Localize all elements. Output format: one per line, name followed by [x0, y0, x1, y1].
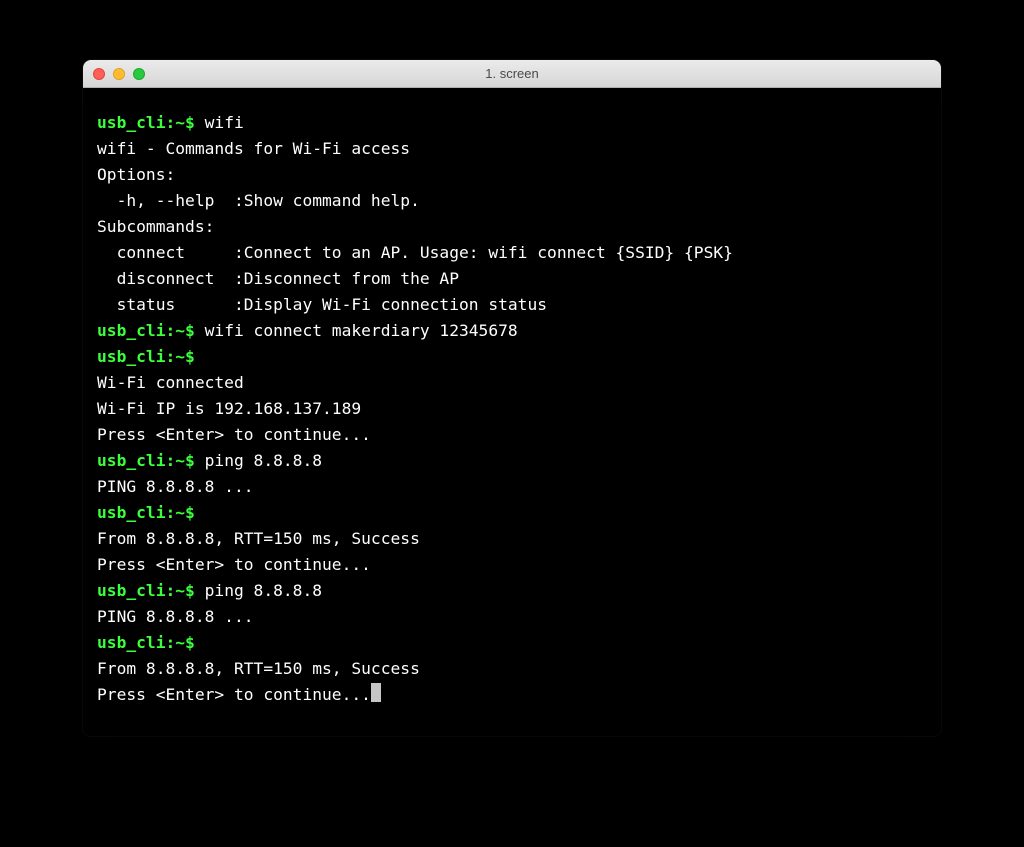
terminal-line: wifi - Commands for Wi-Fi access: [97, 136, 927, 162]
terminal-line: Press <Enter> to continue...: [97, 682, 927, 708]
terminal-line: status :Display Wi-Fi connection status: [97, 292, 927, 318]
close-button[interactable]: [93, 68, 105, 80]
prompt: usb_cli:~$: [97, 503, 205, 522]
command-text: wifi connect makerdiary 12345678: [205, 321, 518, 340]
terminal-line: Wi-Fi IP is 192.168.137.189: [97, 396, 927, 422]
output-text: Press <Enter> to continue...: [97, 685, 371, 704]
command-text: ping 8.8.8.8: [205, 451, 322, 470]
terminal-line: From 8.8.8.8, RTT=150 ms, Success: [97, 656, 927, 682]
terminal-window: 1. screen usb_cli:~$ wifi wifi - Command…: [83, 60, 941, 736]
terminal-line: usb_cli:~$ wifi: [97, 110, 927, 136]
command-text: ping 8.8.8.8: [205, 581, 322, 600]
terminal-line: Subcommands:: [97, 214, 927, 240]
terminal-line: PING 8.8.8.8 ...: [97, 604, 927, 630]
terminal-line: usb_cli:~$ ping 8.8.8.8: [97, 448, 927, 474]
command-text: wifi: [205, 113, 244, 132]
prompt: usb_cli:~$: [97, 321, 205, 340]
terminal-line: Press <Enter> to continue...: [97, 422, 927, 448]
cursor-icon: [371, 683, 381, 702]
terminal-line: Options:: [97, 162, 927, 188]
prompt: usb_cli:~$: [97, 451, 205, 470]
terminal-line: connect :Connect to an AP. Usage: wifi c…: [97, 240, 927, 266]
minimize-button[interactable]: [113, 68, 125, 80]
terminal-body[interactable]: usb_cli:~$ wifi wifi - Commands for Wi-F…: [83, 88, 941, 736]
prompt: usb_cli:~$: [97, 633, 205, 652]
terminal-line: usb_cli:~$ wifi connect makerdiary 12345…: [97, 318, 927, 344]
prompt: usb_cli:~$: [97, 347, 205, 366]
window-title: 1. screen: [83, 66, 941, 81]
terminal-line: From 8.8.8.8, RTT=150 ms, Success: [97, 526, 927, 552]
terminal-line: usb_cli:~$: [97, 500, 927, 526]
maximize-button[interactable]: [133, 68, 145, 80]
terminal-line: usb_cli:~$: [97, 344, 927, 370]
terminal-line: usb_cli:~$ ping 8.8.8.8: [97, 578, 927, 604]
terminal-line: Wi-Fi connected: [97, 370, 927, 396]
titlebar[interactable]: 1. screen: [83, 60, 941, 88]
prompt: usb_cli:~$: [97, 581, 205, 600]
terminal-line: disconnect :Disconnect from the AP: [97, 266, 927, 292]
terminal-line: -h, --help :Show command help.: [97, 188, 927, 214]
prompt: usb_cli:~$: [97, 113, 205, 132]
terminal-line: PING 8.8.8.8 ...: [97, 474, 927, 500]
traffic-lights: [93, 68, 145, 80]
terminal-line: usb_cli:~$: [97, 630, 927, 656]
terminal-line: Press <Enter> to continue...: [97, 552, 927, 578]
